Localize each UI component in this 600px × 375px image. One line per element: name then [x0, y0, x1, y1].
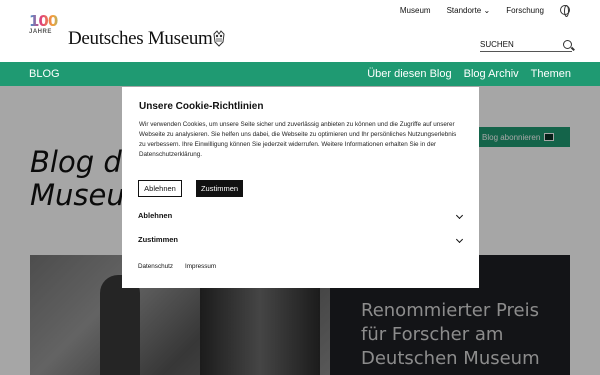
menu-item-about[interactable]: Über diesen Blog: [367, 68, 451, 80]
globe-icon[interactable]: [560, 5, 570, 17]
accept-button[interactable]: Zustimmen: [196, 180, 243, 197]
nav-item-forschung[interactable]: Forschung: [506, 6, 544, 15]
accordion-accept[interactable]: Zustimmen: [138, 235, 464, 244]
cookie-dialog-title: Unsere Cookie-Richtlinien: [139, 101, 264, 112]
top-navigation: Museum Standorte ⌄ Forschung: [400, 5, 570, 17]
accordion-reject[interactable]: Ablehnen: [138, 211, 464, 220]
chevron-down-icon: [455, 235, 464, 244]
menu-item-topics[interactable]: Themen: [531, 68, 571, 80]
cookie-links: Datenschutz Impressum: [138, 263, 216, 270]
search-field[interactable]: SUCHEN: [480, 37, 572, 52]
accordion-reject-label: Ablehnen: [138, 211, 173, 220]
owl-logo-icon: [213, 30, 225, 47]
chevron-down-icon: [455, 211, 464, 220]
brand-logo-text[interactable]: Deutsches Museum: [68, 28, 213, 50]
nav-item-standorte[interactable]: Standorte ⌄: [447, 6, 491, 15]
imprint-link[interactable]: Impressum: [185, 263, 216, 270]
menu-item-archive[interactable]: Blog Archiv: [464, 68, 519, 80]
cookie-dialog: Unsere Cookie-Richtlinien Wir verwenden …: [122, 87, 479, 288]
cookie-button-row: Ablehnen Zustimmen: [138, 180, 243, 197]
section-nav-bar: BLOG Über diesen Blog Blog Archiv Themen: [0, 62, 600, 86]
anniversary-logo: 100 JAHRE: [29, 14, 65, 38]
privacy-link[interactable]: Datenschutz: [138, 263, 173, 270]
anniversary-word: JAHRE: [29, 29, 52, 35]
reject-button[interactable]: Ablehnen: [138, 180, 182, 197]
section-blog-link[interactable]: BLOG: [29, 68, 60, 80]
search-icon[interactable]: [563, 39, 572, 49]
search-label: SUCHEN: [480, 39, 514, 49]
anniversary-number: 100: [29, 14, 65, 29]
nav-item-museum[interactable]: Museum: [400, 6, 431, 15]
section-menu: Über diesen Blog Blog Archiv Themen: [367, 68, 571, 80]
chevron-down-icon: ⌄: [483, 5, 491, 15]
accordion-accept-label: Zustimmen: [138, 235, 179, 244]
cookie-dialog-text: Wir verwenden Cookies, um unsere Seite s…: [139, 121, 457, 158]
